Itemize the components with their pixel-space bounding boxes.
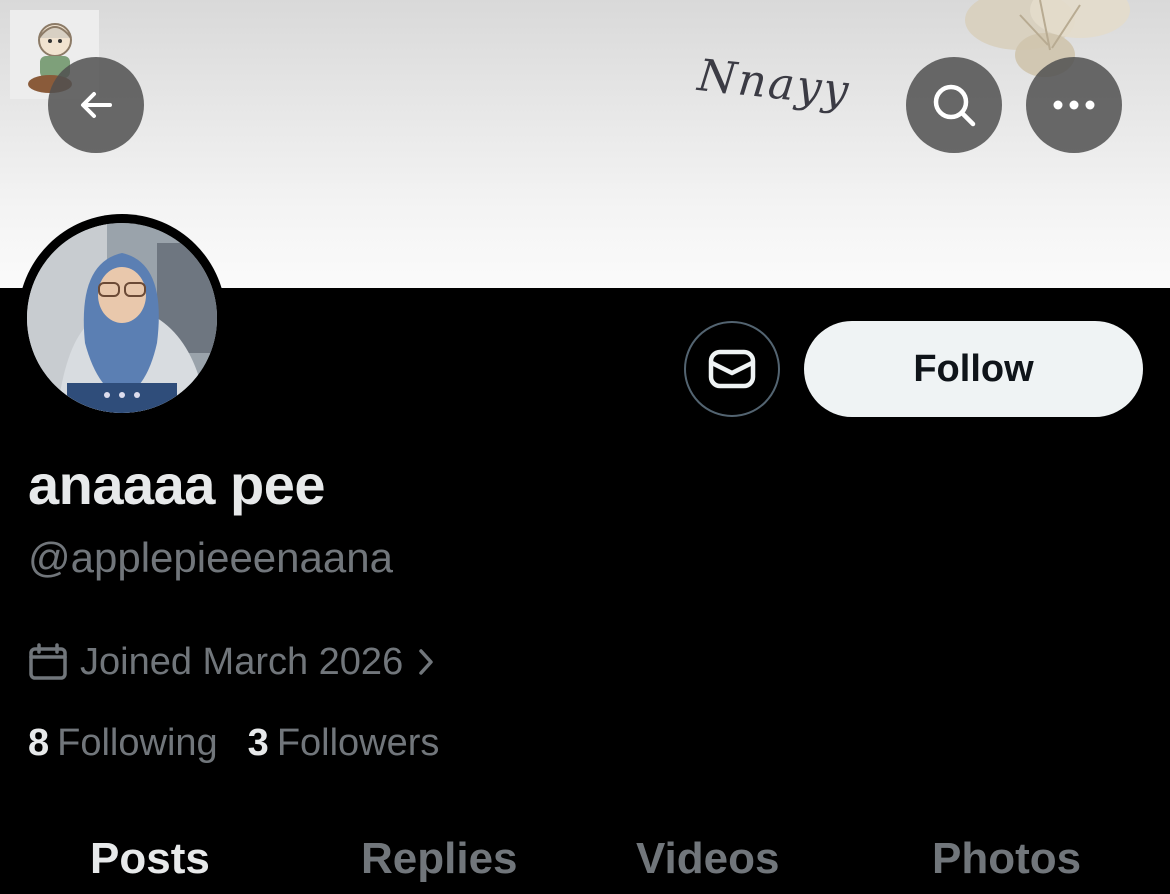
banner-signature: Nnayy [695,50,853,117]
more-options-button[interactable] [1026,57,1122,153]
user-handle: @applepieeenaana [28,534,393,581]
tab-posts[interactable]: Posts [90,834,210,884]
display-name: anaaaa pee [28,453,325,516]
calendar-icon [29,643,67,680]
followers-label: Followers [276,722,440,764]
following-count: 8 [28,722,50,764]
search-icon [933,84,976,127]
following-stat[interactable]: 8 Following [28,722,218,765]
more-horizontal-icon [1053,100,1095,110]
profile-avatar[interactable] [18,214,226,422]
tab-replies[interactable]: Replies [361,834,518,884]
following-label: Following [57,722,218,764]
back-button[interactable] [48,57,144,153]
joined-text: Joined March 2026 [80,640,404,683]
followers-count: 3 [247,722,269,764]
tab-photos[interactable]: Photos [932,834,1081,884]
tab-videos[interactable]: Videos [636,834,779,884]
chevron-right-icon [419,649,433,675]
joined-date-row[interactable]: Joined March 2026 [28,637,437,687]
message-button[interactable] [684,321,780,417]
followers-stat[interactable]: 3 Followers [248,722,440,765]
envelope-icon [708,349,756,389]
profile-tabs: Posts Replies Videos Photos [0,820,1170,894]
follow-stats: 8 Following 3 Followers [28,722,439,765]
arrow-left-icon [81,92,112,118]
follow-button[interactable]: Follow [804,321,1143,417]
search-button[interactable] [906,57,1002,153]
avatar-photo [27,223,217,413]
